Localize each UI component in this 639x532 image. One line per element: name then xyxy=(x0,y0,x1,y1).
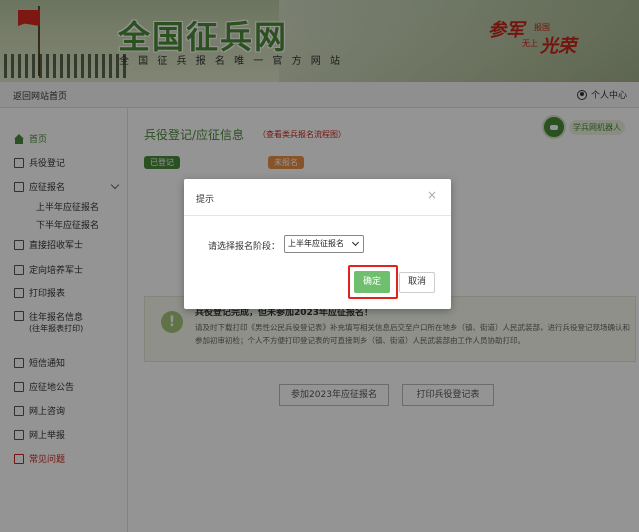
confirm-button[interactable]: 确定 xyxy=(354,271,390,293)
cancel-button[interactable]: 取消 xyxy=(399,272,435,293)
dialog-title: 提示 xyxy=(196,195,215,205)
stage-select-label: 请选择报名阶段： xyxy=(208,242,281,252)
close-icon[interactable]: × xyxy=(427,189,437,201)
stage-select[interactable]: 上半年应征报名 xyxy=(284,235,364,253)
dialog-divider xyxy=(184,215,451,216)
prompt-dialog: 提示 × 请选择报名阶段： 上半年应征报名 确定 取消 xyxy=(184,179,451,309)
